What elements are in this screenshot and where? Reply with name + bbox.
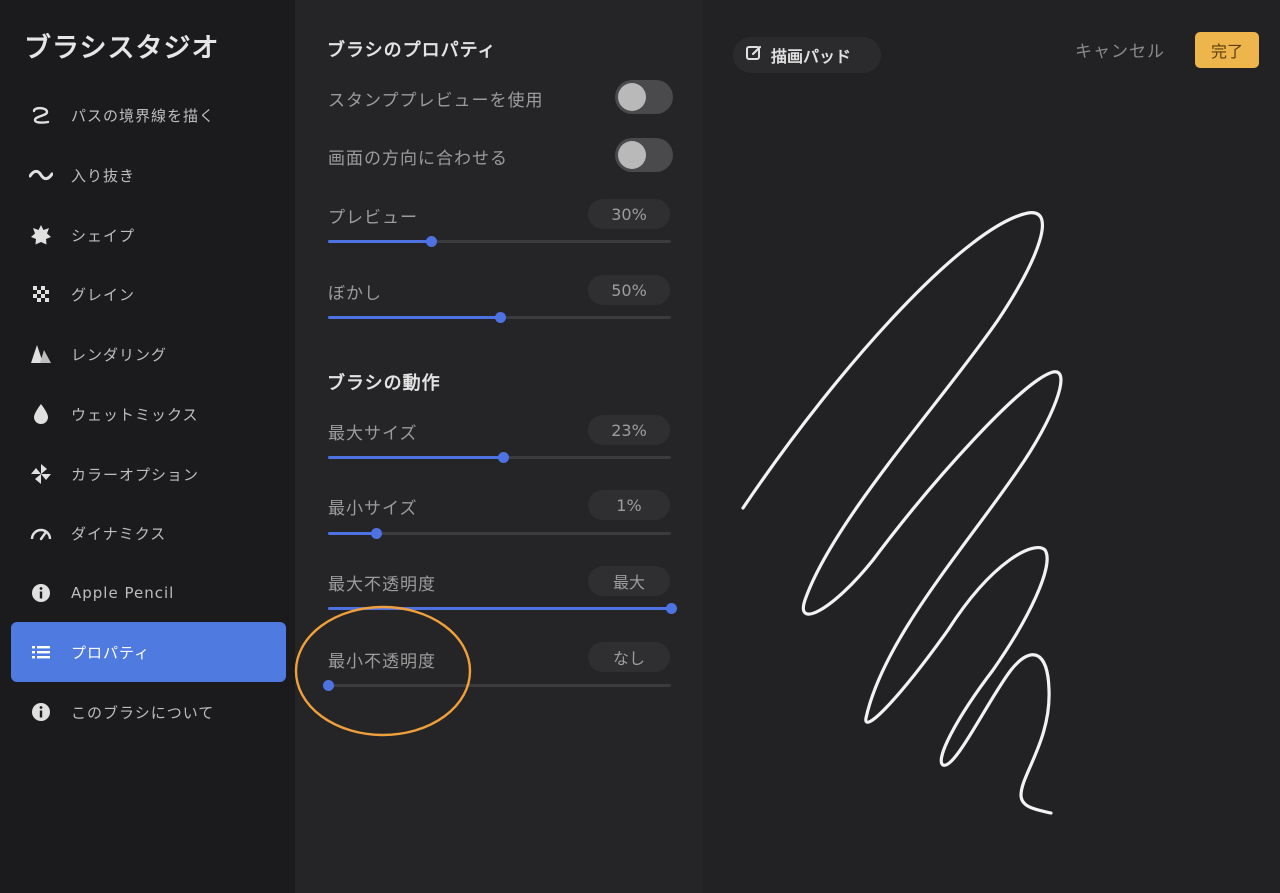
info-icon — [29, 581, 53, 605]
orient-screen-toggle[interactable] — [615, 138, 673, 172]
list-icon — [29, 640, 53, 664]
sidebar-item-label: ダイナミクス — [71, 524, 167, 543]
sidebar-item-apple-pencil[interactable]: Apple Pencil — [11, 563, 286, 623]
min-opacity-slider[interactable] — [323, 680, 671, 691]
sidebar-item-label: Apple Pencil — [71, 584, 175, 602]
slider-fill — [328, 532, 377, 535]
taper-wave-icon — [29, 163, 53, 187]
slider-thumb[interactable] — [425, 236, 437, 247]
sidebar-item-properties[interactable]: プロパティ — [11, 622, 286, 682]
sidebar-item-label: シェイプ — [71, 226, 136, 245]
sidebar-item-label: ウェットミックス — [71, 405, 199, 424]
sidebar-item-wet-mix[interactable]: ウェットミックス — [11, 384, 286, 444]
wet-drop-icon — [29, 402, 53, 426]
section-title-brush-behavior: ブラシの動作 — [327, 373, 441, 394]
slider-thumb[interactable] — [494, 312, 506, 323]
toggle-knob — [618, 141, 646, 169]
slider-fill — [328, 607, 671, 610]
sidebar-item-shape[interactable]: シェイプ — [11, 205, 286, 265]
sidebar: ブラシスタジオ パスの境界線を描く 入り抜き シェイプ グレイン レンダリング … — [0, 0, 295, 893]
sidebar-item-label: プロパティ — [71, 643, 151, 662]
orient-screen-label: 画面の方向に合わせる — [328, 149, 508, 169]
preview-label: プレビュー — [328, 208, 418, 228]
sidebar-item-label: このブラシについて — [71, 703, 215, 722]
brush-stroke-preview — [741, 211, 1063, 815]
sidebar-item-about-brush[interactable]: このブラシについて — [11, 682, 286, 742]
dynamics-gauge-icon — [29, 521, 53, 545]
slider-fill — [328, 456, 503, 459]
slider-fill — [328, 316, 500, 319]
grain-icon — [29, 282, 53, 306]
shape-icon — [29, 223, 53, 247]
sidebar-item-taper[interactable]: 入り抜き — [11, 145, 286, 205]
max-opacity-value[interactable]: 最大 — [588, 566, 670, 596]
stamp-preview-label: スタンププレビューを使用 — [328, 91, 544, 111]
min-size-value[interactable]: 1% — [588, 490, 670, 520]
min-size-slider[interactable] — [328, 528, 671, 539]
max-size-value[interactable]: 23% — [588, 415, 670, 445]
blur-value[interactable]: 50% — [588, 275, 670, 305]
toggle-knob — [618, 83, 646, 111]
stamp-preview-toggle[interactable] — [615, 80, 673, 114]
sidebar-item-stroke-path[interactable]: パスの境界線を描く — [11, 85, 286, 145]
path-stroke-icon — [29, 103, 53, 127]
sidebar-item-label: カラーオプション — [71, 465, 200, 484]
rendering-icon — [29, 342, 53, 366]
slider-thumb[interactable] — [497, 452, 509, 463]
preview-slider[interactable] — [328, 236, 671, 247]
sidebar-item-color-options[interactable]: カラーオプション — [11, 444, 286, 504]
color-options-icon — [29, 462, 53, 486]
slider-thumb[interactable] — [323, 680, 334, 691]
blur-slider[interactable] — [328, 312, 671, 323]
slider-thumb[interactable] — [371, 528, 383, 539]
app-title: ブラシスタジオ — [24, 33, 220, 64]
sidebar-item-label: グレイン — [71, 285, 136, 304]
blur-label: ぼかし — [328, 284, 382, 304]
properties-panel: ブラシのプロパティ スタンププレビューを使用 画面の方向に合わせる プレビュー … — [295, 0, 703, 893]
sidebar-item-grain[interactable]: グレイン — [11, 264, 286, 324]
slider-thumb[interactable] — [666, 603, 677, 614]
preview-value[interactable]: 30% — [588, 199, 670, 229]
info-icon — [29, 700, 53, 724]
max-opacity-slider[interactable] — [328, 603, 677, 614]
sidebar-item-dynamics[interactable]: ダイナミクス — [11, 503, 286, 563]
sidebar-item-label: レンダリング — [71, 345, 168, 364]
max-size-label: 最大サイズ — [328, 424, 418, 444]
max-opacity-label: 最大不透明度 — [328, 575, 436, 595]
min-opacity-label: 最小不透明度 — [328, 652, 436, 672]
slider-fill — [328, 240, 431, 243]
sidebar-item-label: パスの境界線を描く — [71, 106, 216, 125]
section-title-brush-properties: ブラシのプロパティ — [327, 40, 497, 61]
drawing-pad[interactable]: 描画パッド キャンセル 完了 — [703, 0, 1280, 893]
min-size-label: 最小サイズ — [328, 499, 418, 519]
brush-stroke-path — [741, 211, 1063, 815]
max-size-slider[interactable] — [328, 452, 671, 463]
sidebar-item-rendering[interactable]: レンダリング — [11, 324, 286, 384]
min-opacity-value[interactable]: なし — [588, 642, 670, 672]
sidebar-item-label: 入り抜き — [71, 166, 136, 185]
